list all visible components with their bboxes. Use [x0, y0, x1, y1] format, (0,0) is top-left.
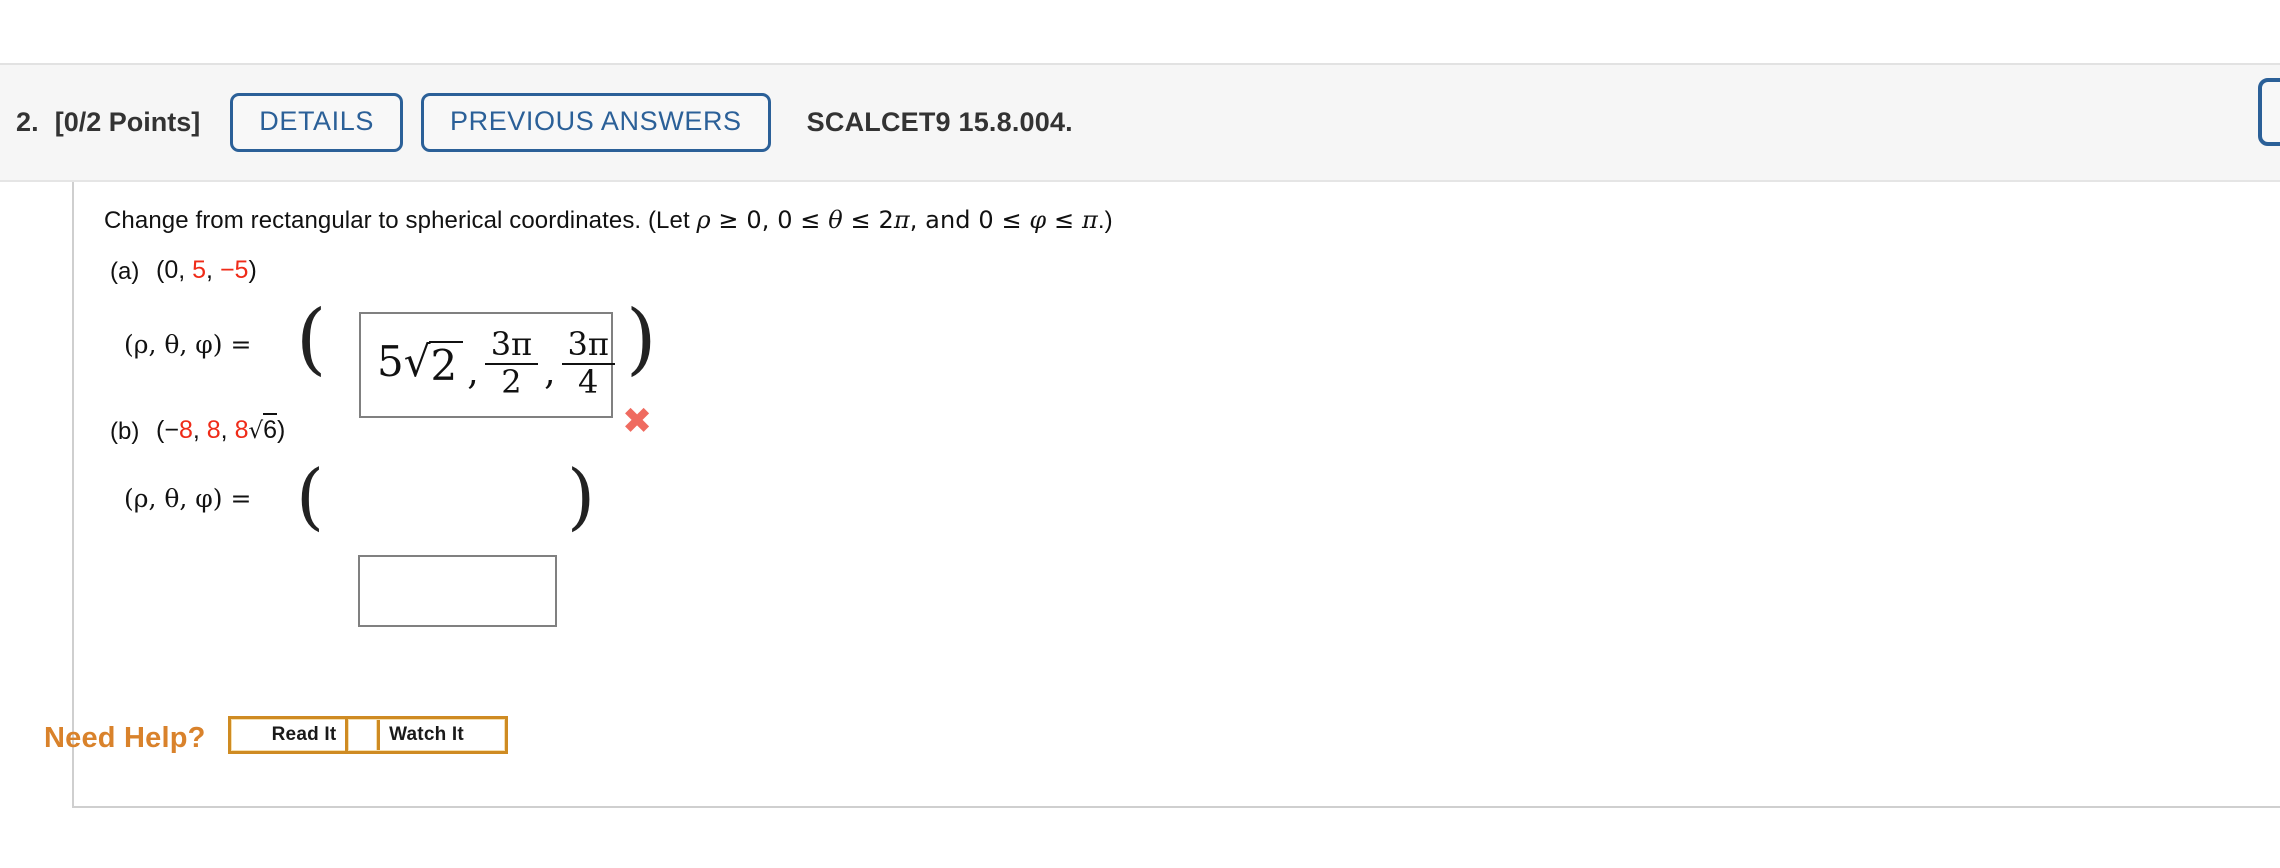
part-b-label: (b)	[110, 418, 140, 445]
question-number: 2.	[16, 107, 39, 137]
part-a-theta-numerator: 3π	[490, 325, 533, 363]
part-b-y-value: 8	[206, 416, 221, 444]
part-b-z-coefficient: 8	[234, 416, 249, 444]
prompt-pi-symbol-2: π	[1081, 206, 1098, 234]
part-a-incorrect-icon: ✖	[622, 401, 653, 442]
prompt-condition-3: , and 0 ≤	[909, 206, 1030, 234]
prompt-condition-4: ≤	[1046, 206, 1082, 234]
part-a-given-point: (0, 5, −5)	[156, 256, 257, 285]
part-a-phi-numerator: 3π	[567, 325, 609, 363]
question-header-bar: 2. [0/2 Points] DETAILS PREVIOUS ANSWERS…	[0, 63, 2280, 182]
part-b-minus-sign: −	[164, 416, 179, 444]
previous-answers-button[interactable]: PREVIOUS ANSWERS	[420, 93, 771, 152]
watch-it-label: Watch It	[348, 719, 505, 751]
part-b-given-point: (−8, 8, 8√6)	[156, 413, 286, 445]
part-b-separator-2: ,	[220, 416, 235, 444]
part-a-separator-2: ,	[206, 256, 220, 284]
part-a-label: (a)	[110, 258, 140, 285]
need-help-label: Need Help?	[44, 722, 206, 754]
part-a-x-value: 0	[164, 256, 179, 284]
prompt-condition-1: ≥ 0, 0 ≤	[710, 206, 829, 234]
prompt-prefix: Change from rectangular to spherical coo…	[104, 207, 697, 234]
part-a-radicand: 2	[428, 340, 464, 387]
watch-it-button[interactable]: Watch It	[345, 716, 508, 754]
part-a-comma-1: ,	[467, 352, 479, 394]
prompt-phi-symbol: φ	[1029, 206, 1047, 234]
part-b-close-paren: )	[277, 416, 286, 444]
part-a-radical-sign: √	[403, 336, 431, 386]
part-a-comma-2: ,	[544, 352, 556, 394]
offscreen-action-button[interactable]	[2258, 78, 2280, 146]
part-b-x-value: 8	[178, 416, 193, 444]
part-a-spherical-label: (ρ, θ, φ) =	[124, 330, 252, 359]
prompt-condition-2: ≤ 2	[842, 206, 894, 234]
part-b-close-bracket: )	[567, 454, 596, 538]
question-prompt: Change from rectangular to spherical coo…	[104, 206, 1113, 235]
part-a-close-paren: )	[248, 256, 257, 284]
part-b-radical-sign: √	[248, 418, 264, 444]
prompt-rho-symbol: ρ	[696, 206, 711, 234]
part-a-open-bracket: (	[296, 294, 327, 384]
part-a-answer-expression: 5 √ 2 , 3π 2 , 3π 4	[377, 325, 617, 400]
part-a-rho-coefficient: 5	[377, 336, 404, 386]
part-a-theta-fraction: 3π 2	[484, 325, 539, 400]
part-b-radicand: 6	[263, 413, 278, 444]
part-a-y-value: 5	[192, 256, 207, 284]
part-a-z-value: −5	[219, 256, 249, 284]
part-a-answer-input[interactable]: 5 √ 2 , 3π 2 , 3π 4	[359, 312, 615, 418]
part-a-phi-fraction: 3π 4	[561, 325, 615, 400]
part-b-separator-1: ,	[192, 416, 207, 444]
part-b-answer-input[interactable]	[358, 555, 557, 627]
details-button[interactable]: DETAILS	[230, 93, 403, 152]
points-badge: [0/2 Points]	[54, 107, 201, 137]
question-content-panel: Change from rectangular to spherical coo…	[72, 182, 2280, 808]
part-a-phi-denominator: 4	[561, 362, 615, 400]
part-a-theta-denominator: 2	[484, 362, 539, 400]
part-a-rho-sqrt: 5 √ 2	[377, 336, 464, 387]
part-a-close-bracket: )	[626, 294, 657, 384]
part-a-separator-1: ,	[178, 256, 193, 284]
part-b-spherical-label: (ρ, θ, φ) =	[124, 484, 252, 513]
prompt-theta-symbol: θ	[828, 206, 843, 234]
prompt-pi-symbol-1: π	[893, 206, 910, 234]
part-b-open-bracket: (	[296, 454, 325, 538]
prompt-suffix: .)	[1097, 207, 1113, 234]
textbook-reference: SCALCET9 15.8.004.	[806, 107, 1073, 137]
